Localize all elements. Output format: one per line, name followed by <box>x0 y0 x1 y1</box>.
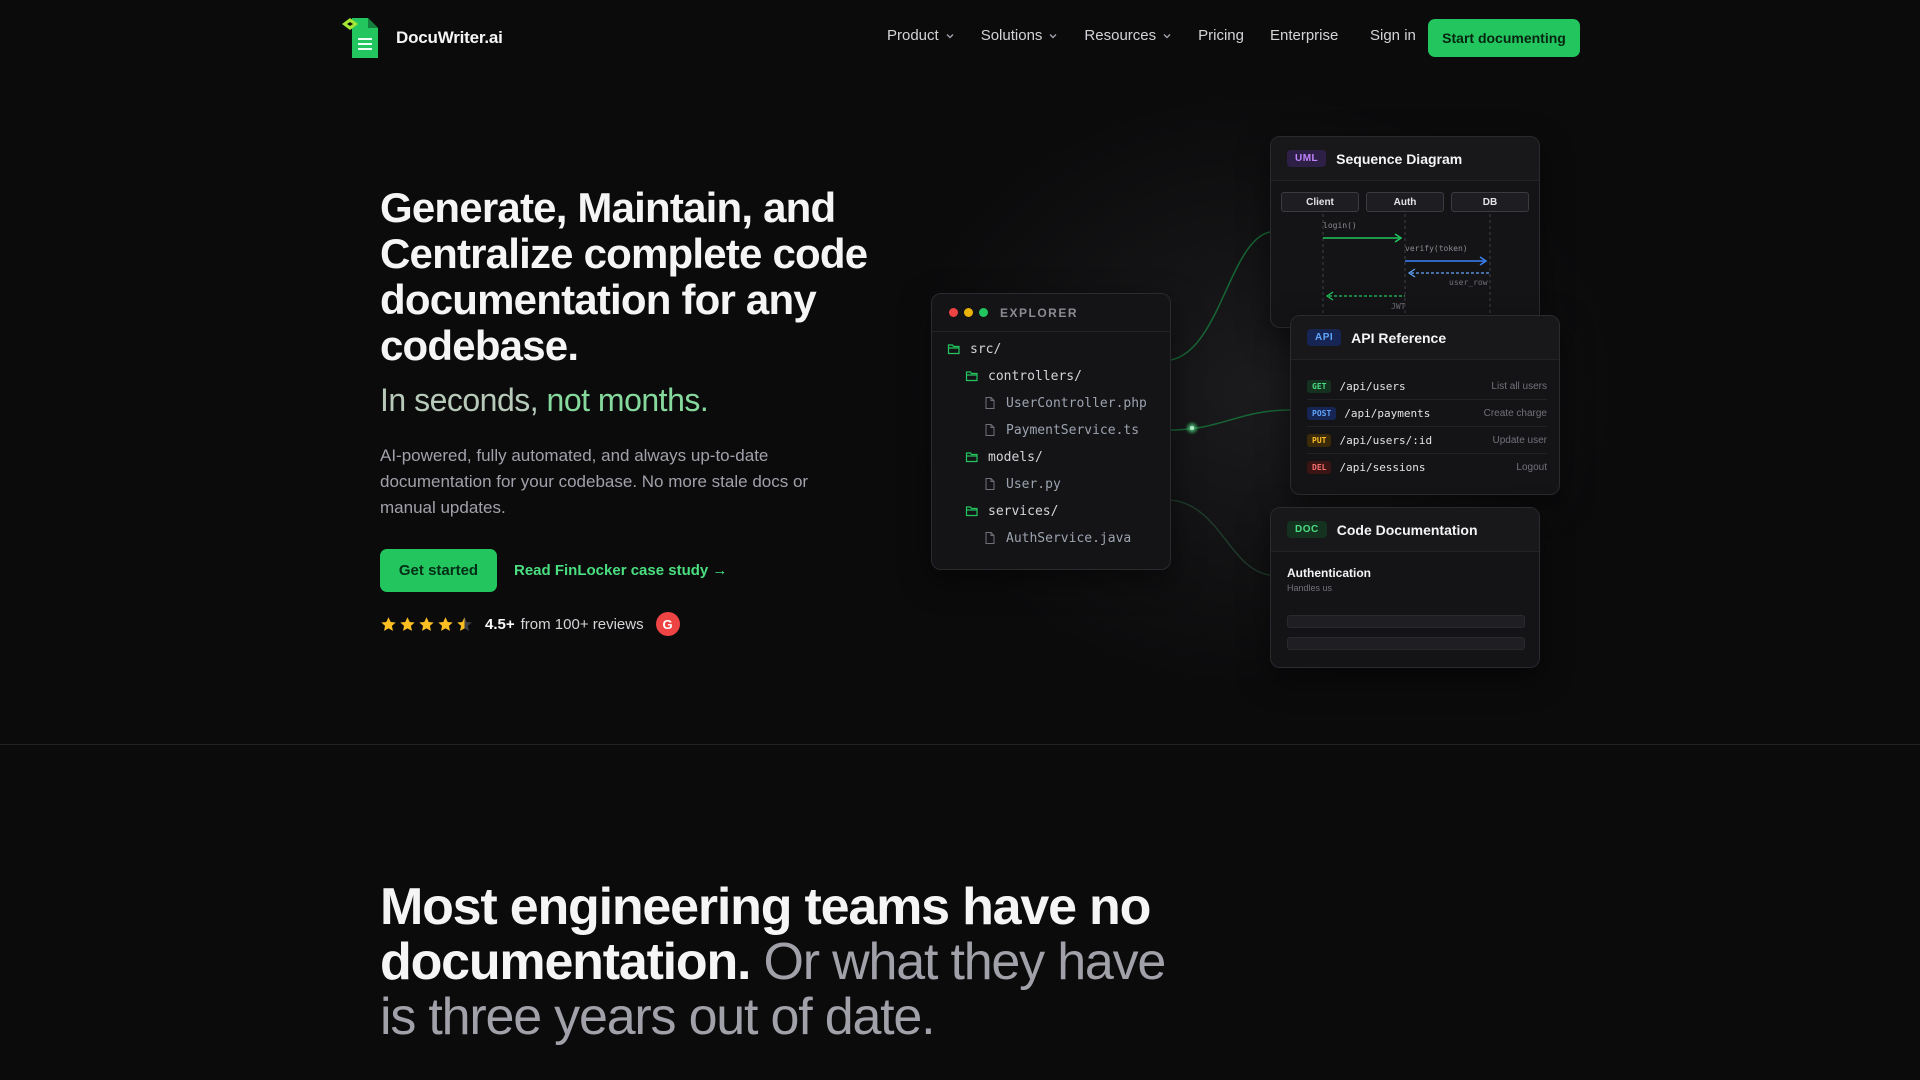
message-jwt: JWT <box>1391 302 1406 311</box>
close-dot-icon[interactable] <box>949 308 958 317</box>
section-divider <box>0 744 1920 745</box>
file-icon <box>985 397 995 409</box>
endpoint-path: /api/payments <box>1344 406 1431 420</box>
api-card-title: API Reference <box>1351 329 1447 346</box>
api-endpoint-row[interactable]: POST/api/payments Create charge <box>1307 404 1547 422</box>
problem-section-title: Most engineering teams have no documenta… <box>380 880 1200 1045</box>
maximize-dot-icon[interactable] <box>979 308 988 317</box>
doc-card-header: DOC Code Documentation <box>1271 508 1539 552</box>
endpoint-path: /api/users <box>1339 379 1406 393</box>
http-method-badge: DEL <box>1307 460 1332 474</box>
folder-open-icon <box>965 371 978 382</box>
sequence-diagram-card: UML Sequence Diagram Client Auth DB logi… <box>1270 136 1540 328</box>
api-reference-card: API API Reference GET/api/users List all … <box>1290 315 1560 495</box>
tree-item-label: services/ <box>988 503 1059 519</box>
doc-heading: Authentication <box>1287 566 1371 580</box>
file-icon <box>985 532 995 544</box>
endpoint-description: Create charge <box>1483 407 1547 419</box>
http-method-badge: POST <box>1307 406 1337 420</box>
api-card-header: API API Reference <box>1291 316 1559 360</box>
tree-item-label: controllers/ <box>988 368 1082 384</box>
doc-badge: DOC <box>1287 521 1327 538</box>
tree-file[interactable]: PaymentService.ts <box>983 421 1139 439</box>
api-endpoint-row[interactable]: PUT/api/users/:id Update user <box>1307 431 1547 449</box>
doc-placeholder-line <box>1287 637 1525 650</box>
tree-folder[interactable]: src/ <box>947 340 1001 358</box>
row-divider <box>1307 453 1547 454</box>
file-explorer-panel: EXPLORER src/controllers/UserController.… <box>931 293 1171 570</box>
tree-item-label: PaymentService.ts <box>1006 422 1140 438</box>
message-user-row: user_row <box>1449 278 1488 287</box>
minimize-dot-icon[interactable] <box>964 308 973 317</box>
tree-folder[interactable]: controllers/ <box>965 367 1082 385</box>
message-verify: verify(token) <box>1405 244 1468 253</box>
api-endpoint-row[interactable]: DEL/api/sessions Logout <box>1307 458 1547 476</box>
tree-item-label: models/ <box>988 449 1043 465</box>
file-icon <box>985 424 995 436</box>
tree-item-label: UserController.php <box>1006 395 1147 411</box>
folder-open-icon <box>947 344 960 355</box>
explorer-title: EXPLORER <box>1000 305 1079 320</box>
http-method-badge: PUT <box>1307 433 1332 447</box>
tree-folder[interactable]: services/ <box>965 502 1058 520</box>
explorer-header: EXPLORER <box>932 294 1170 332</box>
endpoint-path: /api/sessions <box>1339 460 1426 474</box>
folder-open-icon <box>965 506 978 517</box>
endpoint-description: List all users <box>1491 380 1547 392</box>
file-icon <box>985 478 995 490</box>
api-endpoint-row[interactable]: GET/api/users List all users <box>1307 377 1547 395</box>
tree-file[interactable]: User.py <box>983 475 1061 493</box>
doc-placeholder-line <box>1287 615 1525 628</box>
endpoint-path: /api/users/:id <box>1339 433 1433 447</box>
tree-file[interactable]: UserController.php <box>983 394 1147 412</box>
tree-folder[interactable]: models/ <box>965 448 1043 466</box>
doc-snippet: Handles us <box>1287 583 1333 593</box>
tree-item-label: src/ <box>970 341 1002 357</box>
api-badge: API <box>1307 329 1342 346</box>
message-login: login() <box>1323 221 1357 230</box>
folder-open-icon <box>965 452 978 463</box>
tree-item-label: User.py <box>1006 476 1061 492</box>
tree-item-label: AuthService.java <box>1006 530 1132 546</box>
doc-card-title: Code Documentation <box>1336 521 1478 538</box>
row-divider <box>1307 426 1547 427</box>
tree-file[interactable]: AuthService.java <box>983 529 1131 547</box>
row-divider <box>1307 399 1547 400</box>
endpoint-description: Update user <box>1492 434 1547 446</box>
code-documentation-card: DOC Code Documentation Authentication Ha… <box>1270 507 1540 668</box>
sequence-lifelines <box>1322 214 1491 327</box>
endpoint-description: Logout <box>1516 461 1547 473</box>
http-method-badge: GET <box>1307 379 1332 393</box>
